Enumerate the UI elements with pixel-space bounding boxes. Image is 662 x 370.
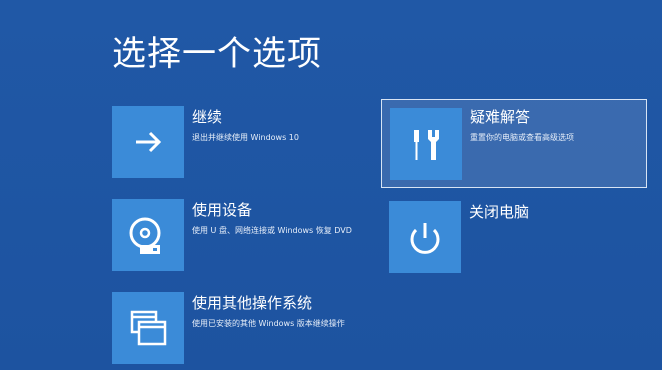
continue-option[interactable]: 继续 退出并继续使用 Windows 10 <box>112 106 368 184</box>
use-device-title: 使用设备 <box>192 201 253 219</box>
continue-description: 退出并继续使用 Windows 10 <box>192 133 299 142</box>
other-os-option[interactable]: 使用其他操作系统 使用已安装的其他 Windows 版本继续操作 <box>112 292 368 370</box>
power-off-option[interactable]: 关闭电脑 <box>389 201 645 279</box>
tools-icon <box>390 108 462 180</box>
page-title: 选择一个选项 <box>112 34 322 74</box>
use-device-option[interactable]: 使用设备 使用 U 盘、网络连接或 Windows 恢复 DVD <box>112 199 368 277</box>
use-device-description: 使用 U 盘、网络连接或 Windows 恢复 DVD <box>192 226 352 235</box>
power-icon <box>389 201 461 273</box>
recovery-screen: 选择一个选项 继续 退出并继续使用 Windows 10 使用设备 使用 U 盘… <box>0 0 662 370</box>
continue-title: 继续 <box>192 108 223 126</box>
windows-stack-icon <box>112 292 184 364</box>
other-os-description: 使用已安装的其他 Windows 版本继续操作 <box>192 319 345 328</box>
troubleshoot-title: 疑难解答 <box>470 108 531 126</box>
arrow-right-icon <box>112 106 184 178</box>
other-os-title: 使用其他操作系统 <box>192 294 313 312</box>
troubleshoot-description: 重置你的电脑或查看高级选项 <box>470 133 574 142</box>
disc-drive-icon <box>112 199 184 271</box>
troubleshoot-option[interactable]: 疑难解答 重置你的电脑或查看高级选项 <box>381 99 647 188</box>
power-off-title: 关闭电脑 <box>469 203 530 221</box>
